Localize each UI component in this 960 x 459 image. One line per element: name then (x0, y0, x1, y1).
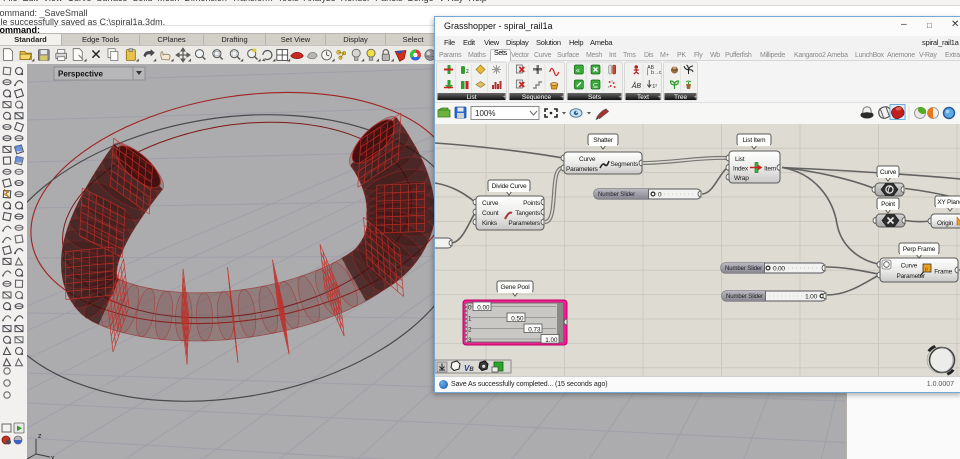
svg-text:Curve: Curve (579, 156, 596, 163)
svg-text:Curve: Curve (482, 200, 499, 207)
svg-text:List: List (735, 156, 745, 163)
svg-text:0.50: 0.50 (511, 315, 524, 322)
svg-text:+: + (619, 95, 623, 101)
svg-text:Perp Frame: Perp Frame (903, 246, 936, 253)
svg-text:100%: 100% (475, 109, 495, 118)
svg-text:Index: Index (733, 166, 749, 173)
svg-text:Text: Text (637, 94, 649, 101)
svg-text:0: 0 (658, 192, 662, 199)
svg-text:1²: 1² (652, 84, 657, 90)
svg-text:Origin: Origin (937, 220, 954, 227)
svg-text:Frame: Frame (934, 269, 952, 276)
svg-text:+: + (503, 95, 507, 101)
svg-text:Number Slider: Number Slider (598, 192, 635, 198)
svg-text:z: z (466, 69, 469, 75)
svg-text:«: « (576, 68, 580, 75)
svg-text:Perspective: Perspective (58, 70, 103, 79)
svg-text:0: 0 (468, 304, 472, 311)
svg-text:Kinks: Kinks (482, 220, 498, 227)
svg-text:Divide Curve: Divide Curve (492, 183, 527, 190)
svg-text:Tangents: Tangents (515, 210, 541, 217)
svg-text:ÅB: ÅB (631, 81, 642, 90)
svg-text:Tree: Tree (674, 94, 688, 101)
svg-text:Points: Points (523, 200, 541, 207)
svg-text:Parameters: Parameters (566, 166, 599, 173)
svg-text:XY Plane: XY Plane (937, 199, 960, 206)
svg-text:x: x (51, 455, 55, 459)
svg-text:List Item: List Item (743, 137, 766, 144)
svg-text:+: + (694, 95, 698, 101)
svg-text:3: 3 (468, 337, 472, 344)
svg-text:Shatter: Shatter (593, 137, 614, 144)
svg-text:Curve: Curve (901, 263, 918, 270)
svg-text:1.00: 1.00 (545, 337, 558, 344)
svg-text:List: List (466, 94, 476, 101)
svg-text:0.00: 0.00 (477, 304, 490, 311)
svg-text:Gene Pool: Gene Pool (501, 284, 531, 291)
svg-text:Count: Count (482, 210, 499, 217)
svg-text:Sequence: Sequence (522, 94, 552, 101)
svg-text:Item: Item (764, 166, 776, 173)
svg-text:Sets: Sets (588, 94, 602, 101)
svg-text:1: 1 (468, 315, 472, 322)
svg-text:0.00: 0.00 (773, 266, 785, 273)
svg-text:+: + (561, 95, 565, 101)
svg-text:p: p (925, 267, 928, 273)
svg-text:Point: Point (881, 201, 895, 208)
svg-text:z: z (38, 433, 42, 440)
svg-text:+: + (658, 95, 662, 101)
svg-text:Number Slider: Number Slider (725, 266, 762, 272)
svg-text:▏b→c: ▏b→c (646, 69, 662, 76)
svg-text:Segments: Segments (610, 161, 639, 168)
svg-text:⊆: ⊆ (593, 83, 599, 90)
svg-text:2: 2 (468, 326, 472, 333)
svg-text:Parameters: Parameters (508, 220, 541, 227)
svg-text:1.00: 1.00 (805, 294, 817, 301)
svg-text:Number Slider: Number Slider (726, 294, 763, 300)
svg-text:Curve: Curve (880, 169, 897, 176)
svg-text:Wrap: Wrap (734, 175, 749, 182)
svg-text:0.73: 0.73 (528, 326, 541, 333)
